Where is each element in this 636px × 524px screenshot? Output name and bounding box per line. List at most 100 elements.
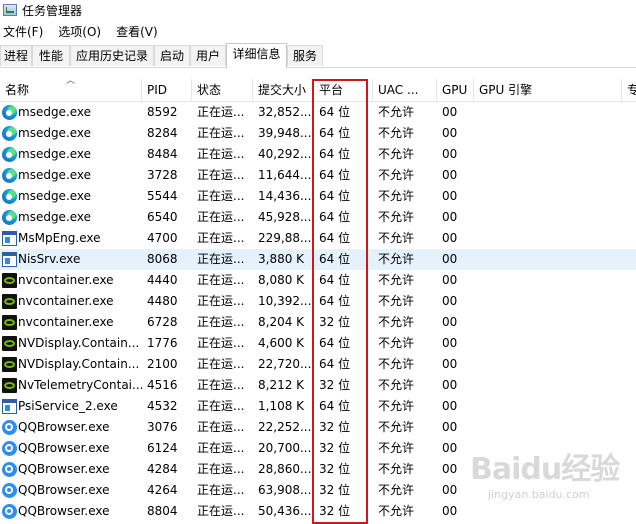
table-row[interactable]: NVDisplay.Contain... 1776 正在运... 4,600 K 64 … xyxy=(0,333,636,354)
cell-pid: 8284 xyxy=(147,126,178,140)
table-row[interactable]: msedge.exe 6540 正在运... 45,928... 64 位 不允许 00 xyxy=(0,207,636,228)
table-row[interactable]: msedge.exe 5544 正在运... 14,436... 64 位 不允许 00 xyxy=(0,186,636,207)
cell-status: 正在运... xyxy=(197,399,245,413)
column-header-uac[interactable]: UAC ... xyxy=(373,79,437,101)
cell-gpu: 00 xyxy=(442,441,458,455)
menu-options[interactable]: 选项(O) xyxy=(55,23,105,40)
process-table-body: msedge.exe 8592 正在运... 32,852... 64 位不允许 00 ms… xyxy=(0,102,636,522)
cell-uac: 不允许 xyxy=(378,231,415,245)
tab-bar: 进程 性能 应用历史记录 启动 用户 详细信息 服务 xyxy=(0,43,636,68)
cell-name: NVDisplay.Contain... xyxy=(18,336,140,350)
table-row[interactable]: msedge.exe 8484 正在运... 40,292... 64 位 不允许 00 xyxy=(0,144,636,165)
column-header-platform[interactable]: 平台 xyxy=(314,79,373,101)
cell-pid: 6124 xyxy=(147,441,178,455)
tab-services[interactable]: 服务 xyxy=(287,45,323,66)
cell-platform: 64 位 xyxy=(319,105,351,119)
cell-uac: 不允许 xyxy=(378,105,415,119)
cell-gpu: 00 xyxy=(442,210,458,224)
cell-gpu: 00 xyxy=(442,147,458,161)
column-header-pid[interactable]: PID xyxy=(142,79,192,101)
column-header-gpu-engine[interactable]: GPU 引擎 xyxy=(474,79,622,101)
cell-gpu: 00 xyxy=(442,315,458,329)
cell-pid: 4284 xyxy=(147,462,178,476)
cell-pid: 4516 xyxy=(147,378,178,392)
table-row[interactable]: NvTelemetryContai... 4516 正在运... 8,212 K 32 … xyxy=(0,375,636,396)
cell-uac: 不允许 xyxy=(378,273,415,287)
table-row[interactable]: QQBrowser.exe 4264 正在运... 63,908... 32 位 不允许 0… xyxy=(0,480,636,501)
table-row[interactable]: msedge.exe 3728 正在运... 11,644... 64 位 不允许 00 xyxy=(0,165,636,186)
cell-status: 正在运... xyxy=(197,336,245,350)
tab-app-history[interactable]: 应用历史记录 xyxy=(70,45,154,66)
cell-platform: 32 位 xyxy=(319,483,351,497)
cell-pid: 8592 xyxy=(147,105,178,119)
cell-uac: 不允许 xyxy=(378,483,415,497)
cell-gpu: 00 xyxy=(442,105,458,119)
cell-commit: 63,908... xyxy=(258,483,312,497)
column-header-commit-size[interactable]: 提交大小 xyxy=(253,79,314,101)
cell-status: 正在运... xyxy=(197,378,245,392)
tab-users[interactable]: 用户 xyxy=(190,45,226,66)
cell-uac: 不允许 xyxy=(378,462,415,476)
cell-name: nvcontainer.exe xyxy=(18,294,114,308)
cell-name: msedge.exe xyxy=(18,126,92,140)
table-row[interactable]: NisSrv.exe 8068 正在运... 3,880 K 64 位 不允许 00 xyxy=(0,249,636,270)
table-row[interactable]: QQBrowser.exe 4284 正在运... 28,860... 32 位 不允许 0… xyxy=(0,459,636,480)
cell-commit: 1,108 K xyxy=(258,399,305,413)
cell-name: MsMpEng.exe xyxy=(18,231,101,245)
cell-status: 正在运... xyxy=(197,441,245,455)
cell-gpu: 00 xyxy=(442,357,458,371)
cell-platform: 64 位 xyxy=(319,273,351,287)
cell-gpu: 00 xyxy=(442,483,458,497)
table-row[interactable]: NVDisplay.Contain... 2100 正在运... 22,720... 6… xyxy=(0,354,636,375)
cell-uac: 不允许 xyxy=(378,399,415,413)
cell-status: 正在运... xyxy=(197,126,245,140)
column-header-name[interactable]: 名称 xyxy=(0,79,142,101)
cell-gpu: 00 xyxy=(442,231,458,245)
cell-commit: 20,700... xyxy=(258,441,312,455)
cell-platform: 64 位 xyxy=(319,231,351,245)
cell-gpu: 00 xyxy=(442,399,458,413)
table-row[interactable]: QQBrowser.exe 3076 正在运... 22,252... 32 位 不允许 0… xyxy=(0,417,636,438)
cell-commit: 39,948... xyxy=(258,126,312,140)
table-row[interactable]: nvcontainer.exe 6728 正在运... 8,204 K 32 位 不允许 0… xyxy=(0,312,636,333)
cell-uac: 不允许 xyxy=(378,210,415,224)
cell-pid: 4700 xyxy=(147,231,178,245)
tab-startup[interactable]: 启动 xyxy=(154,45,190,66)
cell-pid: 4440 xyxy=(147,273,178,287)
cell-status: 正在运... xyxy=(197,483,245,497)
cell-status: 正在运... xyxy=(197,168,245,182)
column-header-gpu[interactable]: GPU xyxy=(437,79,474,101)
table-row[interactable]: QQBrowser.exe 6124 正在运... 20,700... 32 位 不允许 0… xyxy=(0,438,636,459)
cell-commit: 22,720... xyxy=(258,357,312,371)
cell-uac: 不允许 xyxy=(378,147,415,161)
menu-file[interactable]: 文件(F) xyxy=(0,23,47,40)
cell-commit: 8,080 K xyxy=(258,273,305,287)
cell-name: msedge.exe xyxy=(18,189,92,203)
cell-uac: 不允许 xyxy=(378,294,415,308)
column-header-status[interactable]: 状态 xyxy=(192,79,253,101)
cell-commit: 3,880 K xyxy=(258,252,305,266)
cell-commit: 45,928... xyxy=(258,210,312,224)
cell-name: msedge.exe xyxy=(18,168,92,182)
table-row[interactable]: nvcontainer.exe 4480 正在运... 10,392... 64 位 不允… xyxy=(0,291,636,312)
column-header-dedicated[interactable]: 专 xyxy=(622,79,636,101)
tab-performance[interactable]: 性能 xyxy=(32,45,70,66)
cell-status: 正在运... xyxy=(197,315,245,329)
menu-view[interactable]: 查看(V) xyxy=(113,23,162,40)
cell-name: nvcontainer.exe xyxy=(18,273,114,287)
table-row[interactable]: PsiService_2.exe 4532 正在运... 1,108 K 64 位 不允许… xyxy=(0,396,636,417)
column-header-row: 名称 PID 状态 提交大小 平台 UAC ... GPU GPU 引擎 专 xyxy=(0,79,636,102)
cell-status: 正在运... xyxy=(197,252,245,266)
cell-gpu: 00 xyxy=(442,294,458,308)
table-row[interactable]: msedge.exe 8592 正在运... 32,852... 64 位 不允许 00 xyxy=(0,102,636,123)
cell-pid: 4264 xyxy=(147,483,178,497)
cell-platform: 64 位 xyxy=(319,357,351,371)
tab-details[interactable]: 详细信息 xyxy=(226,43,287,68)
task-manager-icon xyxy=(3,4,17,16)
cell-platform: 64 位 xyxy=(319,399,351,413)
table-row[interactable]: MsMpEng.exe 4700 正在运... 229,88... 64 位 不允许 00 xyxy=(0,228,636,249)
tab-processes[interactable]: 进程 xyxy=(0,45,32,66)
cell-platform: 32 位 xyxy=(319,441,351,455)
table-row[interactable]: nvcontainer.exe 4440 正在运... 8,080 K 64 位 不允许 0… xyxy=(0,270,636,291)
table-row[interactable]: msedge.exe 8284 正在运... 39,948... 64 位 不允许 00 xyxy=(0,123,636,144)
